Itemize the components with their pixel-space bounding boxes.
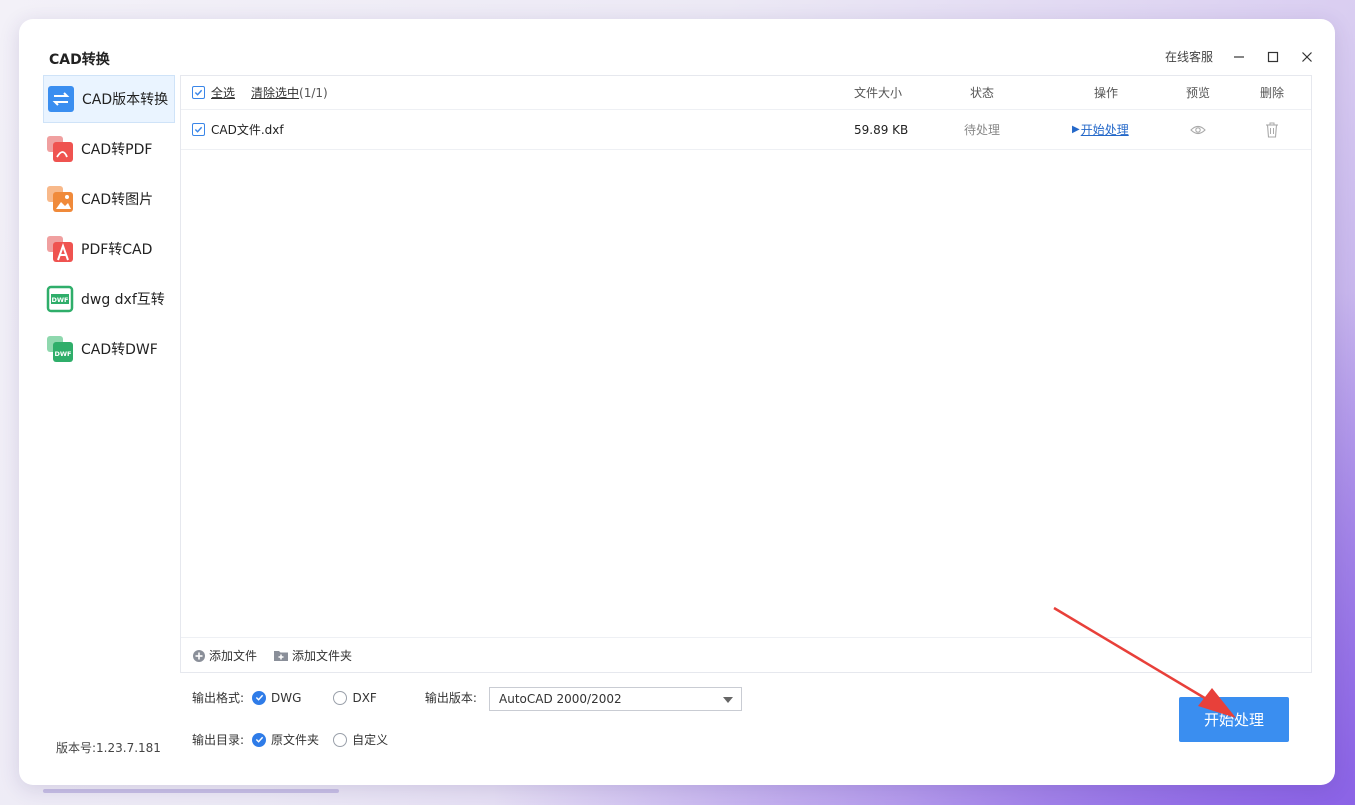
- titlebar-controls: 在线客服: [1165, 48, 1315, 65]
- select-all-checkbox[interactable]: [192, 86, 205, 99]
- dwf-icon: DWF: [46, 335, 74, 363]
- delete-trash-icon[interactable]: [1265, 110, 1279, 149]
- format-label: 输出格式:: [192, 691, 245, 705]
- sidebar-item-pdf-to-cad[interactable]: PDF转CAD: [43, 226, 173, 272]
- sidebar-item-label: PDF转CAD: [81, 242, 153, 258]
- column-header-size: 文件大小: [854, 86, 903, 100]
- dir-custom-label: 自定义: [352, 733, 389, 747]
- close-icon[interactable]: [1299, 49, 1315, 65]
- pdf-to-cad-icon: [46, 235, 74, 263]
- directory-row: 输出目录: 原文件夹 自定义: [192, 731, 388, 748]
- dwf-swap-icon: DWF: [46, 285, 74, 313]
- format-dxf-label: DXF: [352, 690, 377, 705]
- version-select[interactable]: AutoCAD 2000/2002: [489, 687, 742, 711]
- table-row: CAD文件.dxf 59.89 KB 待处理 ▶ 开始处理: [181, 110, 1311, 150]
- dir-label: 输出目录:: [192, 733, 245, 747]
- add-file-label: 添加文件: [209, 649, 258, 663]
- dropdown-arrow-icon: [723, 697, 733, 703]
- add-folder-icon: [274, 651, 289, 661]
- version-convert-icon: [47, 85, 75, 113]
- file-size: 59.89 KB: [854, 122, 909, 137]
- image-icon: [46, 185, 74, 213]
- clear-selection-link[interactable]: 清除选中: [251, 84, 299, 101]
- add-file-button[interactable]: 添加文件: [192, 647, 257, 664]
- file-name: CAD文件.dxf: [211, 123, 284, 137]
- sidebar-item-version-convert[interactable]: CAD版本转换: [43, 75, 175, 123]
- version-label: 版本号:1.23.7.181: [56, 741, 161, 755]
- format-dwg-radio[interactable]: [252, 690, 267, 705]
- sidebar-item-cad-to-dwf[interactable]: DWF CAD转DWF: [43, 326, 173, 372]
- row-checkbox[interactable]: [192, 123, 205, 136]
- sidebar-item-label: CAD转图片: [81, 192, 154, 208]
- column-header-delete: 删除: [1260, 86, 1285, 100]
- column-header-preview: 预览: [1186, 86, 1211, 100]
- column-header-action: 操作: [1094, 86, 1119, 100]
- sidebar-item-label: CAD转PDF: [81, 142, 153, 158]
- file-table-panel: 全选 清除选中 (1/1) 文件大小 状态 操作 预览 删除 CAD文件.dxf…: [180, 75, 1312, 673]
- version-select-value: AutoCAD 2000/2002: [499, 692, 622, 706]
- select-all-link[interactable]: 全选: [211, 84, 235, 101]
- format-row: 输出格式: DWG DXF 输出版本:: [192, 689, 477, 706]
- sidebar-item-cad-to-pdf[interactable]: CAD转PDF: [43, 126, 173, 172]
- preview-eye-icon[interactable]: [1190, 110, 1206, 149]
- selection-count: (1/1): [299, 85, 328, 100]
- pdf-icon: [46, 135, 74, 163]
- sidebar-item-cad-to-image[interactable]: CAD转图片: [43, 176, 173, 222]
- sidebar-item-label: CAD版本转换: [82, 92, 169, 108]
- format-dwg-label: DWG: [271, 690, 302, 705]
- row-start-action[interactable]: ▶ 开始处理: [1072, 110, 1129, 149]
- start-process-button[interactable]: 开始处理: [1179, 697, 1289, 742]
- sidebar: CAD版本转换 CAD转PDF CAD转图片 PDF转CAD DWF dwg d…: [43, 75, 175, 765]
- file-status: 待处理: [964, 123, 1001, 137]
- add-folder-label: 添加文件夹: [292, 649, 353, 663]
- sidebar-item-dwg-dxf-swap[interactable]: DWF dwg dxf互转: [43, 276, 173, 322]
- maximize-icon[interactable]: [1265, 49, 1281, 65]
- add-folder-button[interactable]: 添加文件夹: [273, 647, 352, 664]
- start-process-link[interactable]: 开始处理: [1081, 121, 1129, 138]
- version-label-text: 输出版本:: [424, 691, 477, 705]
- play-icon: ▶: [1072, 124, 1080, 135]
- svg-text:DWF: DWF: [54, 350, 71, 358]
- sidebar-item-label: dwg dxf互转: [81, 292, 165, 308]
- dir-original-label: 原文件夹: [271, 733, 320, 747]
- sidebar-item-label: CAD转DWF: [81, 342, 158, 358]
- dir-custom-radio[interactable]: [333, 732, 348, 747]
- add-circle-icon: [193, 649, 205, 662]
- table-header: 全选 清除选中 (1/1) 文件大小 状态 操作 预览 删除: [181, 76, 1311, 110]
- svg-text:DWF: DWF: [51, 296, 68, 304]
- add-files-bar: 添加文件 添加文件夹: [181, 637, 1311, 673]
- taskbar-strip: [43, 789, 339, 793]
- column-header-status: 状态: [970, 86, 995, 100]
- minimize-icon[interactable]: [1231, 49, 1247, 65]
- format-dxf-radio[interactable]: [333, 690, 348, 705]
- online-service-link[interactable]: 在线客服: [1165, 48, 1213, 65]
- app-title: CAD转换: [49, 52, 110, 68]
- dir-original-radio[interactable]: [252, 732, 267, 747]
